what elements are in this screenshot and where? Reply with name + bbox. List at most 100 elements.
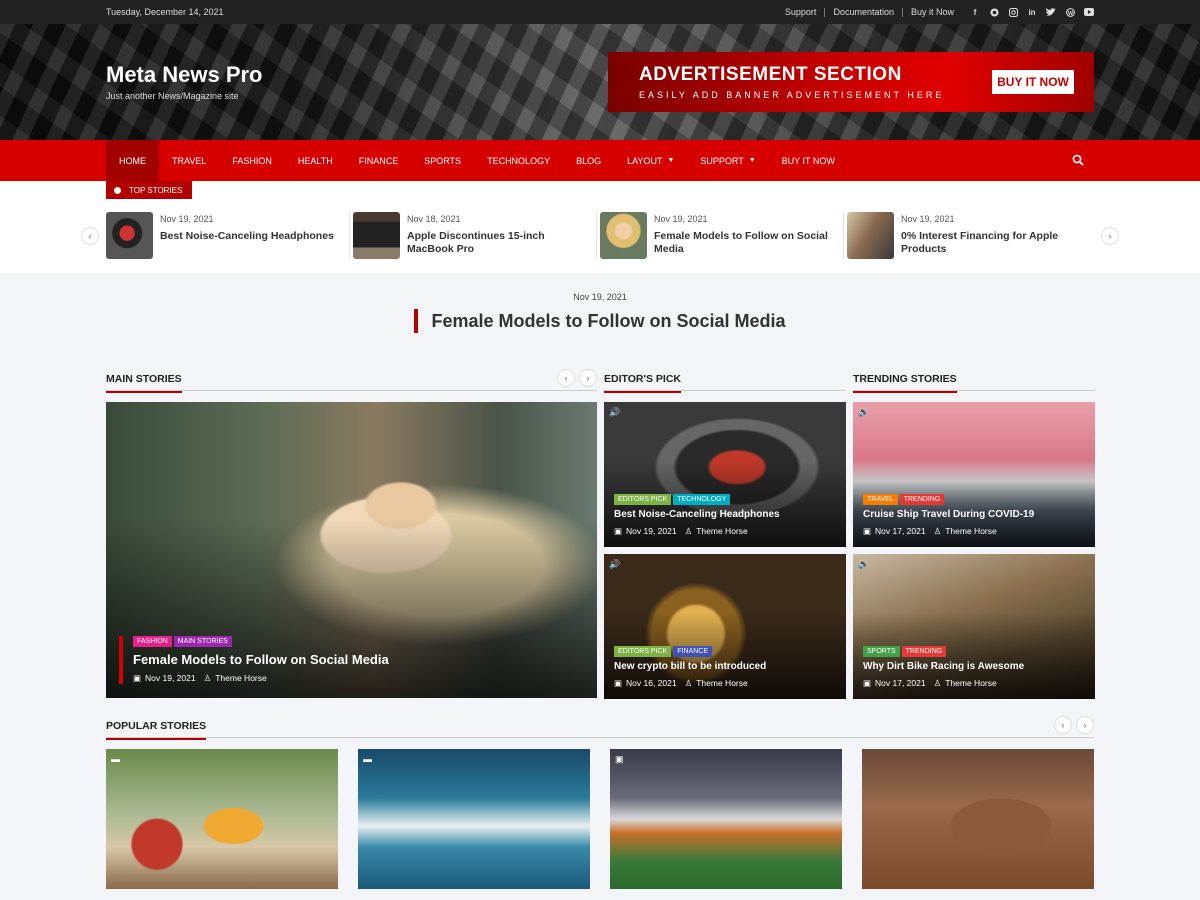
trending-stories-section: TRENDING STORIES 🔊 TRAVEL TRENDING Cruis… bbox=[853, 369, 1095, 706]
nav-health[interactable]: HEALTH bbox=[285, 140, 346, 181]
nav-fashion[interactable]: FASHION bbox=[219, 140, 285, 181]
popular-card[interactable]: ▣ bbox=[610, 749, 842, 889]
list-item[interactable]: Nov 18, 2021 Apple Discontinues 15-inch M… bbox=[353, 212, 597, 259]
nav-technology[interactable]: TECHNOLOGY bbox=[474, 140, 563, 181]
post-author[interactable]: Theme Horse bbox=[945, 526, 997, 537]
youtube-icon[interactable] bbox=[1084, 7, 1094, 17]
documentation-link[interactable]: Documentation bbox=[825, 7, 903, 17]
popular-card[interactable]: ▬ bbox=[358, 749, 590, 889]
main-stories-section: MAIN STORIES ‹ › FASHION MAIN STORIES Fe… bbox=[106, 369, 597, 706]
featured-date: Nov 19, 2021 bbox=[573, 292, 627, 302]
post-author[interactable]: Theme Horse bbox=[696, 678, 748, 689]
category-badge[interactable]: FASHION bbox=[133, 636, 172, 647]
list-item[interactable]: Nov 19, 2021 Female Models to Follow on S… bbox=[600, 212, 844, 259]
card-title[interactable]: Cruise Ship Travel During COVID-19 bbox=[863, 509, 1034, 520]
nav-label: BLOG bbox=[576, 155, 602, 166]
section-title: EDITOR'S PICK bbox=[604, 371, 681, 393]
nav-label: HOME bbox=[119, 155, 146, 166]
card-title[interactable]: Best Noise-Canceling Headphones bbox=[614, 509, 780, 520]
nav-finance[interactable]: FINANCE bbox=[346, 140, 412, 181]
headphones-thumbnail[interactable] bbox=[106, 212, 153, 259]
chevron-right-icon[interactable]: › bbox=[579, 369, 597, 387]
story-title[interactable]: 0% Interest Financing for Apple Products bbox=[901, 230, 1081, 256]
category-badge[interactable]: TECHNOLOGY bbox=[673, 494, 731, 505]
nav-support[interactable]: SUPPORT ▼ bbox=[687, 140, 768, 181]
calendar-icon: ▣ bbox=[614, 678, 623, 688]
nav-home[interactable]: HOME bbox=[106, 140, 159, 181]
twitter-icon[interactable] bbox=[1046, 7, 1056, 17]
card-info: TRAVEL TRENDING Cruise Ship Travel Durin… bbox=[863, 494, 1034, 537]
popular-card[interactable] bbox=[862, 749, 1094, 889]
popular-arrows: ‹ › bbox=[1054, 716, 1094, 734]
linkedin-icon[interactable]: in bbox=[1027, 7, 1037, 17]
facebook-icon[interactable]: f bbox=[970, 7, 980, 17]
nav-buy-it-now[interactable]: BUY IT NOW bbox=[769, 140, 848, 181]
model-thumbnail[interactable] bbox=[600, 212, 647, 259]
card-meta: ▣ Nov 16, 2021 ♙ Theme Horse bbox=[614, 678, 766, 689]
top-stories-label-text: TOP STORIES bbox=[129, 185, 183, 195]
nav-blog[interactable]: BLOG bbox=[563, 140, 614, 181]
popular-stories-section: POPULAR STORIES ‹ › ▬ ▬ ▣ bbox=[106, 716, 1094, 889]
github-icon[interactable] bbox=[989, 7, 999, 17]
category-badge[interactable]: TRENDING bbox=[901, 646, 947, 657]
post-author[interactable]: Theme Horse bbox=[945, 678, 997, 689]
category-badge[interactable]: EDITORS PICK bbox=[614, 494, 672, 505]
category-badge[interactable]: SPORTS bbox=[863, 646, 900, 657]
search-icon[interactable] bbox=[1072, 154, 1084, 166]
story-title[interactable]: Best Noise-Canceling Headphones bbox=[160, 230, 334, 243]
ticker-next-button[interactable]: › bbox=[1101, 227, 1119, 245]
ticker-prev-button[interactable]: ‹ bbox=[81, 227, 99, 245]
nav-layout[interactable]: LAYOUT ▼ bbox=[614, 140, 687, 181]
instagram-icon[interactable] bbox=[1008, 7, 1018, 17]
macbook-thumbnail[interactable] bbox=[353, 212, 400, 259]
trending-card[interactable]: 🔊 TRAVEL TRENDING Cruise Ship Travel Dur… bbox=[853, 402, 1095, 547]
support-link[interactable]: Support bbox=[777, 7, 826, 17]
main-stories-arrows: ‹ › bbox=[557, 369, 597, 387]
nav-label: LAYOUT bbox=[627, 155, 663, 166]
category-badge[interactable]: MAIN STORIES bbox=[173, 636, 232, 647]
user-icon: ♙ bbox=[933, 678, 942, 688]
card-title[interactable]: Female Models to Follow on Social Media bbox=[133, 652, 389, 667]
chevron-right-icon[interactable]: › bbox=[1076, 716, 1094, 734]
story-title[interactable]: Female Models to Follow on Social Media bbox=[654, 230, 833, 256]
card-title[interactable]: New crypto bill to be introduced bbox=[614, 661, 766, 672]
trending-card[interactable]: 🔊 SPORTS TRENDING Why Dirt Bike Racing i… bbox=[853, 554, 1095, 699]
category-badge[interactable]: TRENDING bbox=[899, 494, 945, 505]
user-icon: ♙ bbox=[933, 526, 942, 536]
video-icon: ▬ bbox=[111, 754, 120, 764]
story-date: Nov 19, 2021 bbox=[901, 214, 955, 224]
ad-buy-button[interactable]: BUY IT NOW bbox=[992, 70, 1074, 94]
list-item[interactable]: Nov 19, 2021 Best Noise-Canceling Headpho… bbox=[106, 212, 350, 259]
post-date: Nov 16, 2021 bbox=[626, 678, 677, 688]
category-badge[interactable]: FINANCE bbox=[673, 646, 713, 657]
card-title[interactable]: Why Dirt Bike Racing is Awesome bbox=[863, 661, 1024, 672]
buy-it-now-link[interactable]: Buy it Now bbox=[903, 7, 962, 17]
nav-travel[interactable]: TRAVEL bbox=[159, 140, 219, 181]
editors-pick-card[interactable]: 🔊 EDITORS PICK FINANCE New crypto bill t… bbox=[604, 554, 846, 699]
advertisement-banner[interactable]: ADVERTISEMENT SECTION EASILY ADD BANNER … bbox=[608, 52, 1094, 112]
story-title[interactable]: Apple Discontinues 15-inch MacBook Pro bbox=[407, 230, 586, 256]
nav-sports[interactable]: SPORTS bbox=[411, 140, 474, 181]
editors-pick-card[interactable]: 🔊 EDITORS PICK TECHNOLOGY Best Noise-Can… bbox=[604, 402, 846, 547]
site-header: Meta News Pro Just another News/Magazine… bbox=[0, 24, 1200, 140]
financing-thumbnail[interactable] bbox=[847, 212, 894, 259]
post-date: Nov 19, 2021 bbox=[145, 673, 196, 683]
category-badge[interactable]: TRAVEL bbox=[863, 494, 898, 505]
post-author[interactable]: Theme Horse bbox=[215, 673, 267, 684]
calendar-icon: ▣ bbox=[614, 526, 623, 536]
chevron-left-icon[interactable]: ‹ bbox=[1054, 716, 1072, 734]
wordpress-icon[interactable]: W bbox=[1065, 7, 1075, 17]
main-story-card[interactable]: FASHION MAIN STORIES Female Models to Fo… bbox=[106, 402, 597, 698]
list-item[interactable]: Nov 19, 2021 0% Interest Financing for Ap… bbox=[847, 212, 1091, 259]
site-title[interactable]: Meta News Pro bbox=[106, 62, 263, 88]
section-header: MAIN STORIES ‹ › bbox=[106, 369, 597, 393]
post-author[interactable]: Theme Horse bbox=[696, 526, 748, 537]
top-bar: Tuesday, December 14, 2021 Support Docum… bbox=[0, 0, 1200, 24]
chevron-left-icon[interactable]: ‹ bbox=[557, 369, 575, 387]
card-info: FASHION MAIN STORIES Female Models to Fo… bbox=[119, 636, 389, 684]
featured-title[interactable]: Female Models to Follow on Social Media bbox=[414, 309, 786, 333]
post-date: Nov 17, 2021 bbox=[875, 526, 926, 536]
featured-headline: Female Models to Follow on Social Media bbox=[106, 309, 1094, 333]
popular-card[interactable]: ▬ bbox=[106, 749, 338, 889]
category-badge[interactable]: EDITORS PICK bbox=[614, 646, 672, 657]
